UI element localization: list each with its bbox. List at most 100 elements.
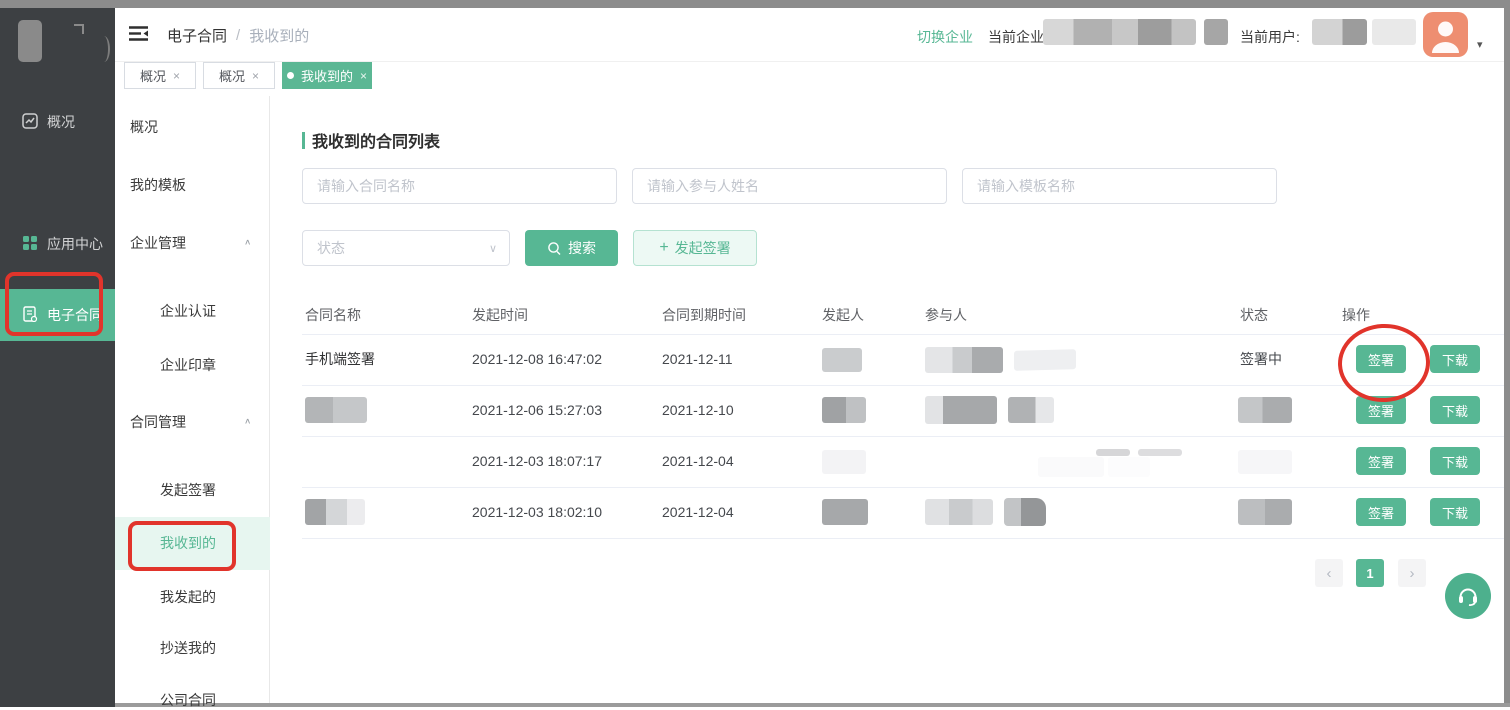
download-button[interactable]: 下载 [1430,498,1480,526]
user-name-redacted-2 [1372,19,1416,45]
title-accent-bar [302,132,305,149]
participant-name-input[interactable] [632,168,947,204]
download-button[interactable]: 下载 [1430,447,1480,475]
chevron-up-icon[interactable]: ∧ [244,238,251,247]
page-number: 1 [1366,566,1373,581]
initiator-redacted [822,397,866,423]
person-icon [1423,12,1468,57]
menu-item-enterprise-auth[interactable]: 企业认证 [160,301,216,321]
menu-item-initiate-sign[interactable]: 发起签署 [160,480,216,500]
enterprise-name-redacted [1043,19,1196,45]
menu-item-company-contracts[interactable]: 公司合同 [160,690,216,710]
participant-redacted [1004,498,1046,526]
chevron-right-icon: › [1410,565,1415,582]
section-title: 我收到的合同列表 [302,128,440,152]
sidebar-item-overview[interactable]: 概况 [22,112,75,132]
logo-mark [74,24,84,34]
pagination-page-1[interactable]: 1 [1356,559,1384,587]
customer-support-button[interactable] [1445,573,1491,619]
window-frame-right [1504,0,1510,707]
user-name-redacted [1312,19,1367,45]
switch-enterprise-link[interactable]: 切换企业 [917,27,973,47]
download-button[interactable]: 下载 [1430,345,1480,373]
menu-group-enterprise-mgmt[interactable]: 企业管理 [130,233,186,253]
initiate-sign-button[interactable]: + 发起签署 [633,230,757,266]
tab-close-icon[interactable]: × [360,69,367,83]
breadcrumb-section[interactable]: 电子合同 [167,25,227,46]
breadcrumb: 电子合同 / 我收到的 [167,25,309,46]
chevron-down-icon: ∨ [489,242,497,255]
enterprise-name-redacted-2 [1204,19,1228,45]
col-start-time: 发起时间 [472,305,528,325]
download-button[interactable]: 下载 [1430,396,1480,424]
initiator-redacted [822,348,862,372]
sidebar-item-label: 应用中心 [47,234,103,254]
tab-label: 我收到的 [301,66,353,85]
user-avatar[interactable] [1423,12,1468,57]
tab-overview-2[interactable]: 概况 × [203,62,275,89]
col-actions: 操作 [1342,305,1370,325]
breadcrumb-separator: / [236,27,240,44]
contract-name-input[interactable] [302,168,617,204]
participant-redacted [1038,457,1104,477]
app-logo-redacted [18,20,42,62]
table-row: 2021-12-03 18:07:17 2021-12-04 签署 下载 [302,436,1504,488]
col-participants: 参与人 [925,305,967,325]
search-button-label: 搜索 [568,238,596,258]
sidebar-item-app-center[interactable]: 应用中心 [22,234,103,254]
table-header: 合同名称 发起时间 合同到期时间 发起人 参与人 状态 操作 [302,296,1504,335]
table-row: 2021-12-03 18:02:10 2021-12-04 签署 下载 [302,487,1504,539]
sign-button[interactable]: 签署 [1356,447,1406,475]
tab-overview-1[interactable]: 概况 × [124,62,196,89]
menu-item-cc-me[interactable]: 抄送我的 [160,638,216,658]
sign-button[interactable]: 签署 [1356,498,1406,526]
initiator-redacted [822,499,868,525]
cell-expire-time: 2021-12-11 [662,334,733,385]
menu-item-my-templates[interactable]: 我的模板 [130,175,186,195]
window-frame-top [0,0,1510,8]
col-contract-name: 合同名称 [305,305,361,325]
cell-start-time: 2021-12-03 18:07:17 [472,436,602,487]
pagination-next-button[interactable]: › [1398,559,1426,587]
status-select[interactable]: 状态 ∨ [302,230,510,266]
menu-item-enterprise-seal[interactable]: 企业印章 [160,355,216,375]
cell-start-time: 2021-12-08 16:47:02 [472,334,602,385]
cell-start-time: 2021-12-06 15:27:03 [472,385,602,436]
status-redacted [1238,499,1292,525]
participant-redacted [925,396,997,424]
contract-name-redacted [305,397,367,423]
search-button[interactable]: 搜索 [525,230,618,266]
participant-redacted [1014,349,1076,371]
menu-item-initiated[interactable]: 我发起的 [160,587,216,607]
template-name-input[interactable] [962,168,1277,204]
cell-start-time: 2021-12-03 18:02:10 [472,487,602,538]
col-expire-time: 合同到期时间 [662,305,746,325]
tab-close-icon[interactable]: × [252,69,259,83]
cell-expire-time: 2021-12-04 [662,436,734,487]
sidebar-item-label: 概况 [47,112,75,132]
participant-text-remnant [1096,449,1130,456]
annotation-rect-e-contract [5,272,103,336]
col-status: 状态 [1240,305,1268,325]
initiator-redacted [822,450,866,474]
cell-expire-time: 2021-12-04 [662,487,734,538]
annotation-rect-received [128,521,236,571]
current-enterprise-label: 当前企业: [988,27,1048,47]
tab-label: 概况 [140,66,166,85]
collapse-menu-icon[interactable] [128,25,149,47]
tab-label: 概况 [219,66,245,85]
tab-received-active[interactable]: 我收到的 × [282,62,372,89]
user-menu-caret-icon[interactable]: ▾ [1477,38,1483,51]
logo-paren [98,36,110,62]
status-select-placeholder: 状态 [317,238,345,258]
menu-group-contract-mgmt[interactable]: 合同管理 [130,412,186,432]
status-redacted [1238,450,1292,474]
current-user-label: 当前用户: [1240,27,1300,47]
initiate-sign-button-label: 发起签署 [675,238,731,258]
chevron-up-icon[interactable]: ∧ [244,417,251,426]
cell-status: 签署中 [1240,334,1282,385]
section-title-text: 我收到的合同列表 [312,128,440,152]
pagination-prev-button[interactable]: ‹ [1315,559,1343,587]
tab-close-icon[interactable]: × [173,69,180,83]
menu-item-overview[interactable]: 概况 [130,117,158,137]
